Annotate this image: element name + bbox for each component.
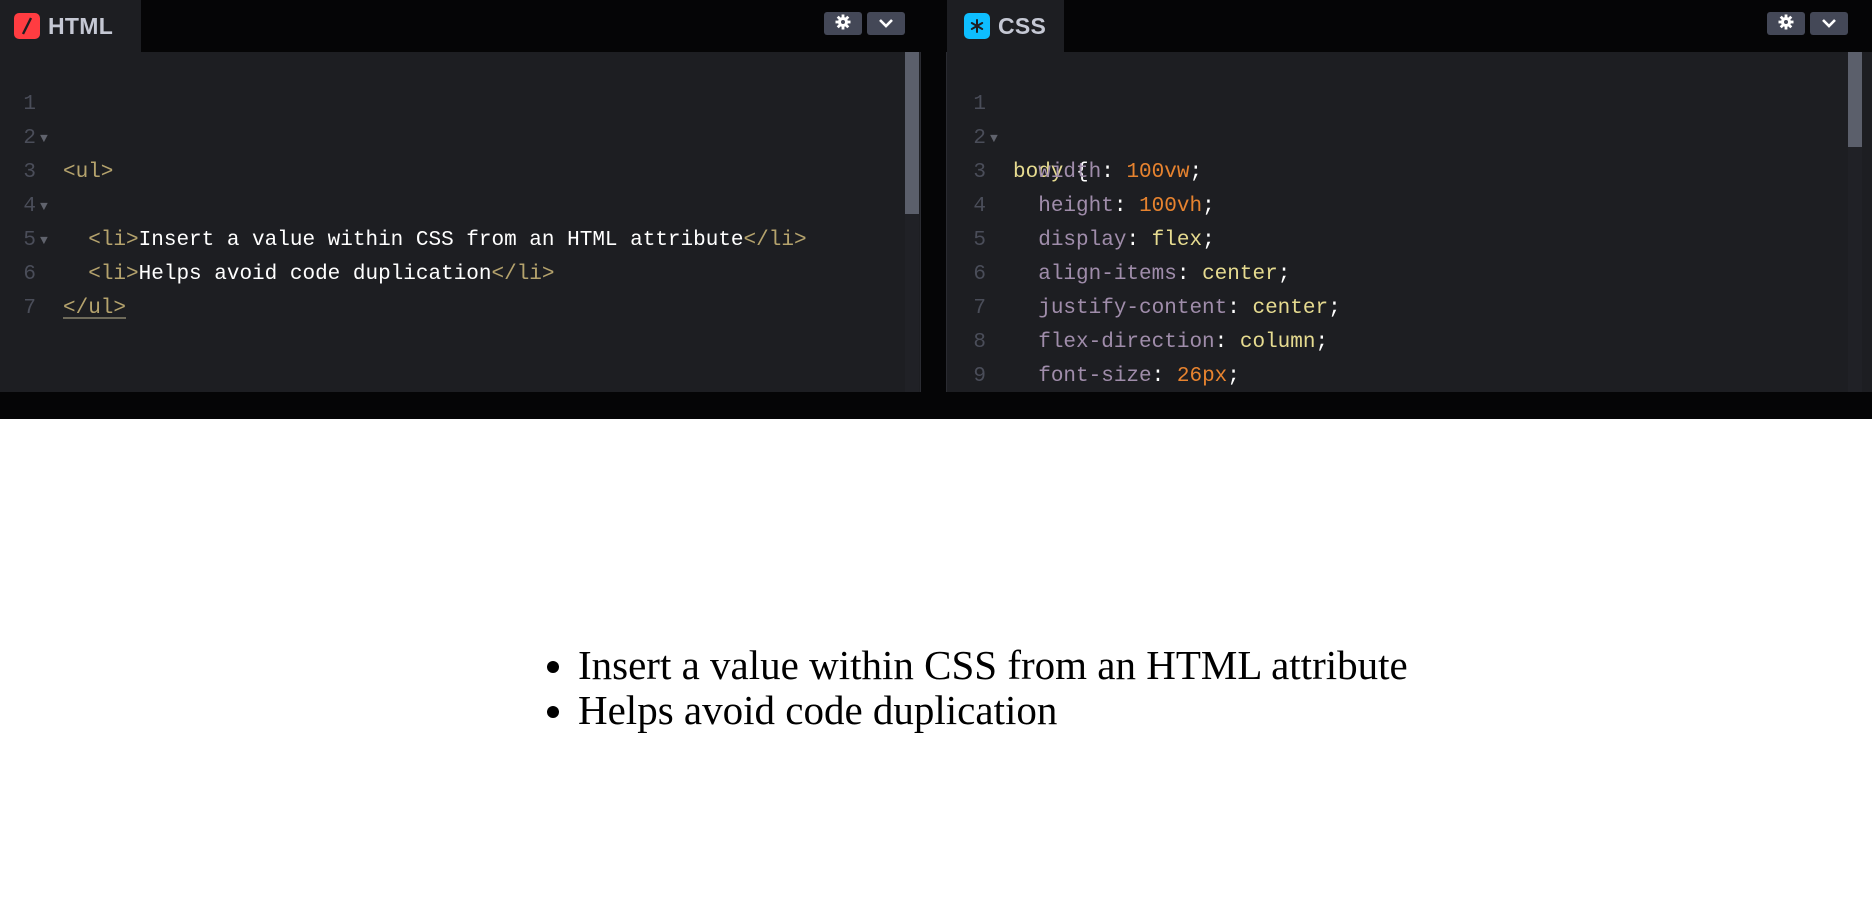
code-line: 1 ▼ body { [947, 54, 1088, 184]
code-token: justify-content [1038, 297, 1228, 320]
code-line: 4 ▼ <li>Helps avoid code duplication</li… [0, 156, 554, 286]
html-scrollbar-thumb[interactable] [905, 52, 919, 214]
code-token: Insert a value within CSS from an HTML a… [138, 229, 744, 252]
html-editor-panel: HTML 1 ▼ <ul> 2 3 ▼ <li>Insert a value w… [0, 0, 920, 392]
code-line: 10 [947, 360, 1048, 392]
list-item: Helps avoid code duplication [578, 688, 1408, 733]
code-token: display [1038, 229, 1127, 252]
gear-icon [1778, 14, 1794, 34]
code-token: 100vw [1126, 161, 1190, 184]
code-line: 9 } [947, 326, 1048, 388]
css-collapse-button[interactable] [1810, 12, 1848, 35]
html-code-editor[interactable]: 1 ▼ <ul> 2 3 ▼ <li>Insert a value within… [0, 52, 920, 392]
css-tab-label: CSS [998, 12, 1047, 39]
chevron-down-icon [878, 14, 894, 33]
code-line: 1 ▼ <ul> [0, 54, 113, 184]
gear-icon [835, 14, 851, 34]
css-panel-header: CSS [947, 0, 1872, 52]
code-line: 5 align-items: center; [947, 190, 1290, 286]
html-scrollbar[interactable] [905, 52, 919, 392]
preview-list: Insert a value within CSS from an HTML a… [537, 643, 1408, 733]
html-settings-button[interactable] [824, 12, 862, 35]
css-code-editor[interactable]: 1 ▼ body { 2 width: 100vw; 3 height: 100… [947, 52, 1872, 392]
code-token: flex-direction [1038, 331, 1215, 354]
css-scrollbar[interactable] [1848, 52, 1862, 392]
code-line: 6 </ul> [0, 224, 126, 320]
code-line: 3 height: 100vh; [947, 122, 1214, 218]
code-token: flex [1151, 229, 1203, 252]
result-preview: Insert a value within CSS from an HTML a… [0, 419, 1872, 912]
code-token: center [1202, 263, 1278, 286]
html-panel-header: HTML [0, 0, 920, 52]
panel-resizer[interactable] [920, 0, 947, 392]
html-collapse-button[interactable] [867, 12, 905, 35]
css-settings-button[interactable] [1767, 12, 1805, 35]
code-token: column [1239, 331, 1316, 354]
code-token: 26px [1176, 365, 1228, 388]
code-line: 4 display: flex; [947, 156, 1214, 252]
chevron-down-icon [1821, 14, 1837, 33]
code-line: 2 width: 100vw; [947, 88, 1202, 184]
code-token: align-items [1038, 263, 1177, 286]
code-token: 100vh [1139, 195, 1203, 218]
list-item: Insert a value within CSS from an HTML a… [578, 643, 1408, 688]
code-line: 8 font-size: 26px; [947, 292, 1240, 388]
html-tab-label: HTML [48, 12, 114, 39]
code-line: 3 ▼ <li>Insert a value within CSS from a… [0, 122, 806, 252]
code-token: </li> [491, 263, 555, 286]
code-token: height [1038, 195, 1114, 218]
html-slash-icon [14, 13, 40, 39]
css-tab[interactable]: CSS [947, 0, 1064, 52]
code-line: 5 [0, 190, 101, 252]
preview-resize-bar[interactable] [0, 392, 1872, 419]
html-tab[interactable]: HTML [0, 0, 141, 52]
css-asterisk-icon [964, 13, 990, 39]
code-line: 7 [0, 258, 101, 320]
code-token: </li> [743, 229, 807, 252]
code-line: 7 flex-direction: column; [947, 258, 1328, 354]
css-scrollbar-thumb[interactable] [1848, 52, 1862, 147]
code-token: center [1252, 297, 1329, 320]
code-token: font-size [1038, 365, 1152, 388]
line-number: 7 [23, 297, 36, 320]
css-editor-panel: CSS 1 ▼ body {2 width: 100vw; 3 height:… [947, 0, 1872, 392]
code-line: 2 [0, 88, 101, 150]
code-token: Helps avoid code duplication [138, 263, 492, 286]
editor-area: HTML 1 ▼ <ul> 2 3 ▼ <li>Insert a value w… [0, 0, 1872, 392]
code-line: 6 justify-content: center; [947, 224, 1340, 320]
